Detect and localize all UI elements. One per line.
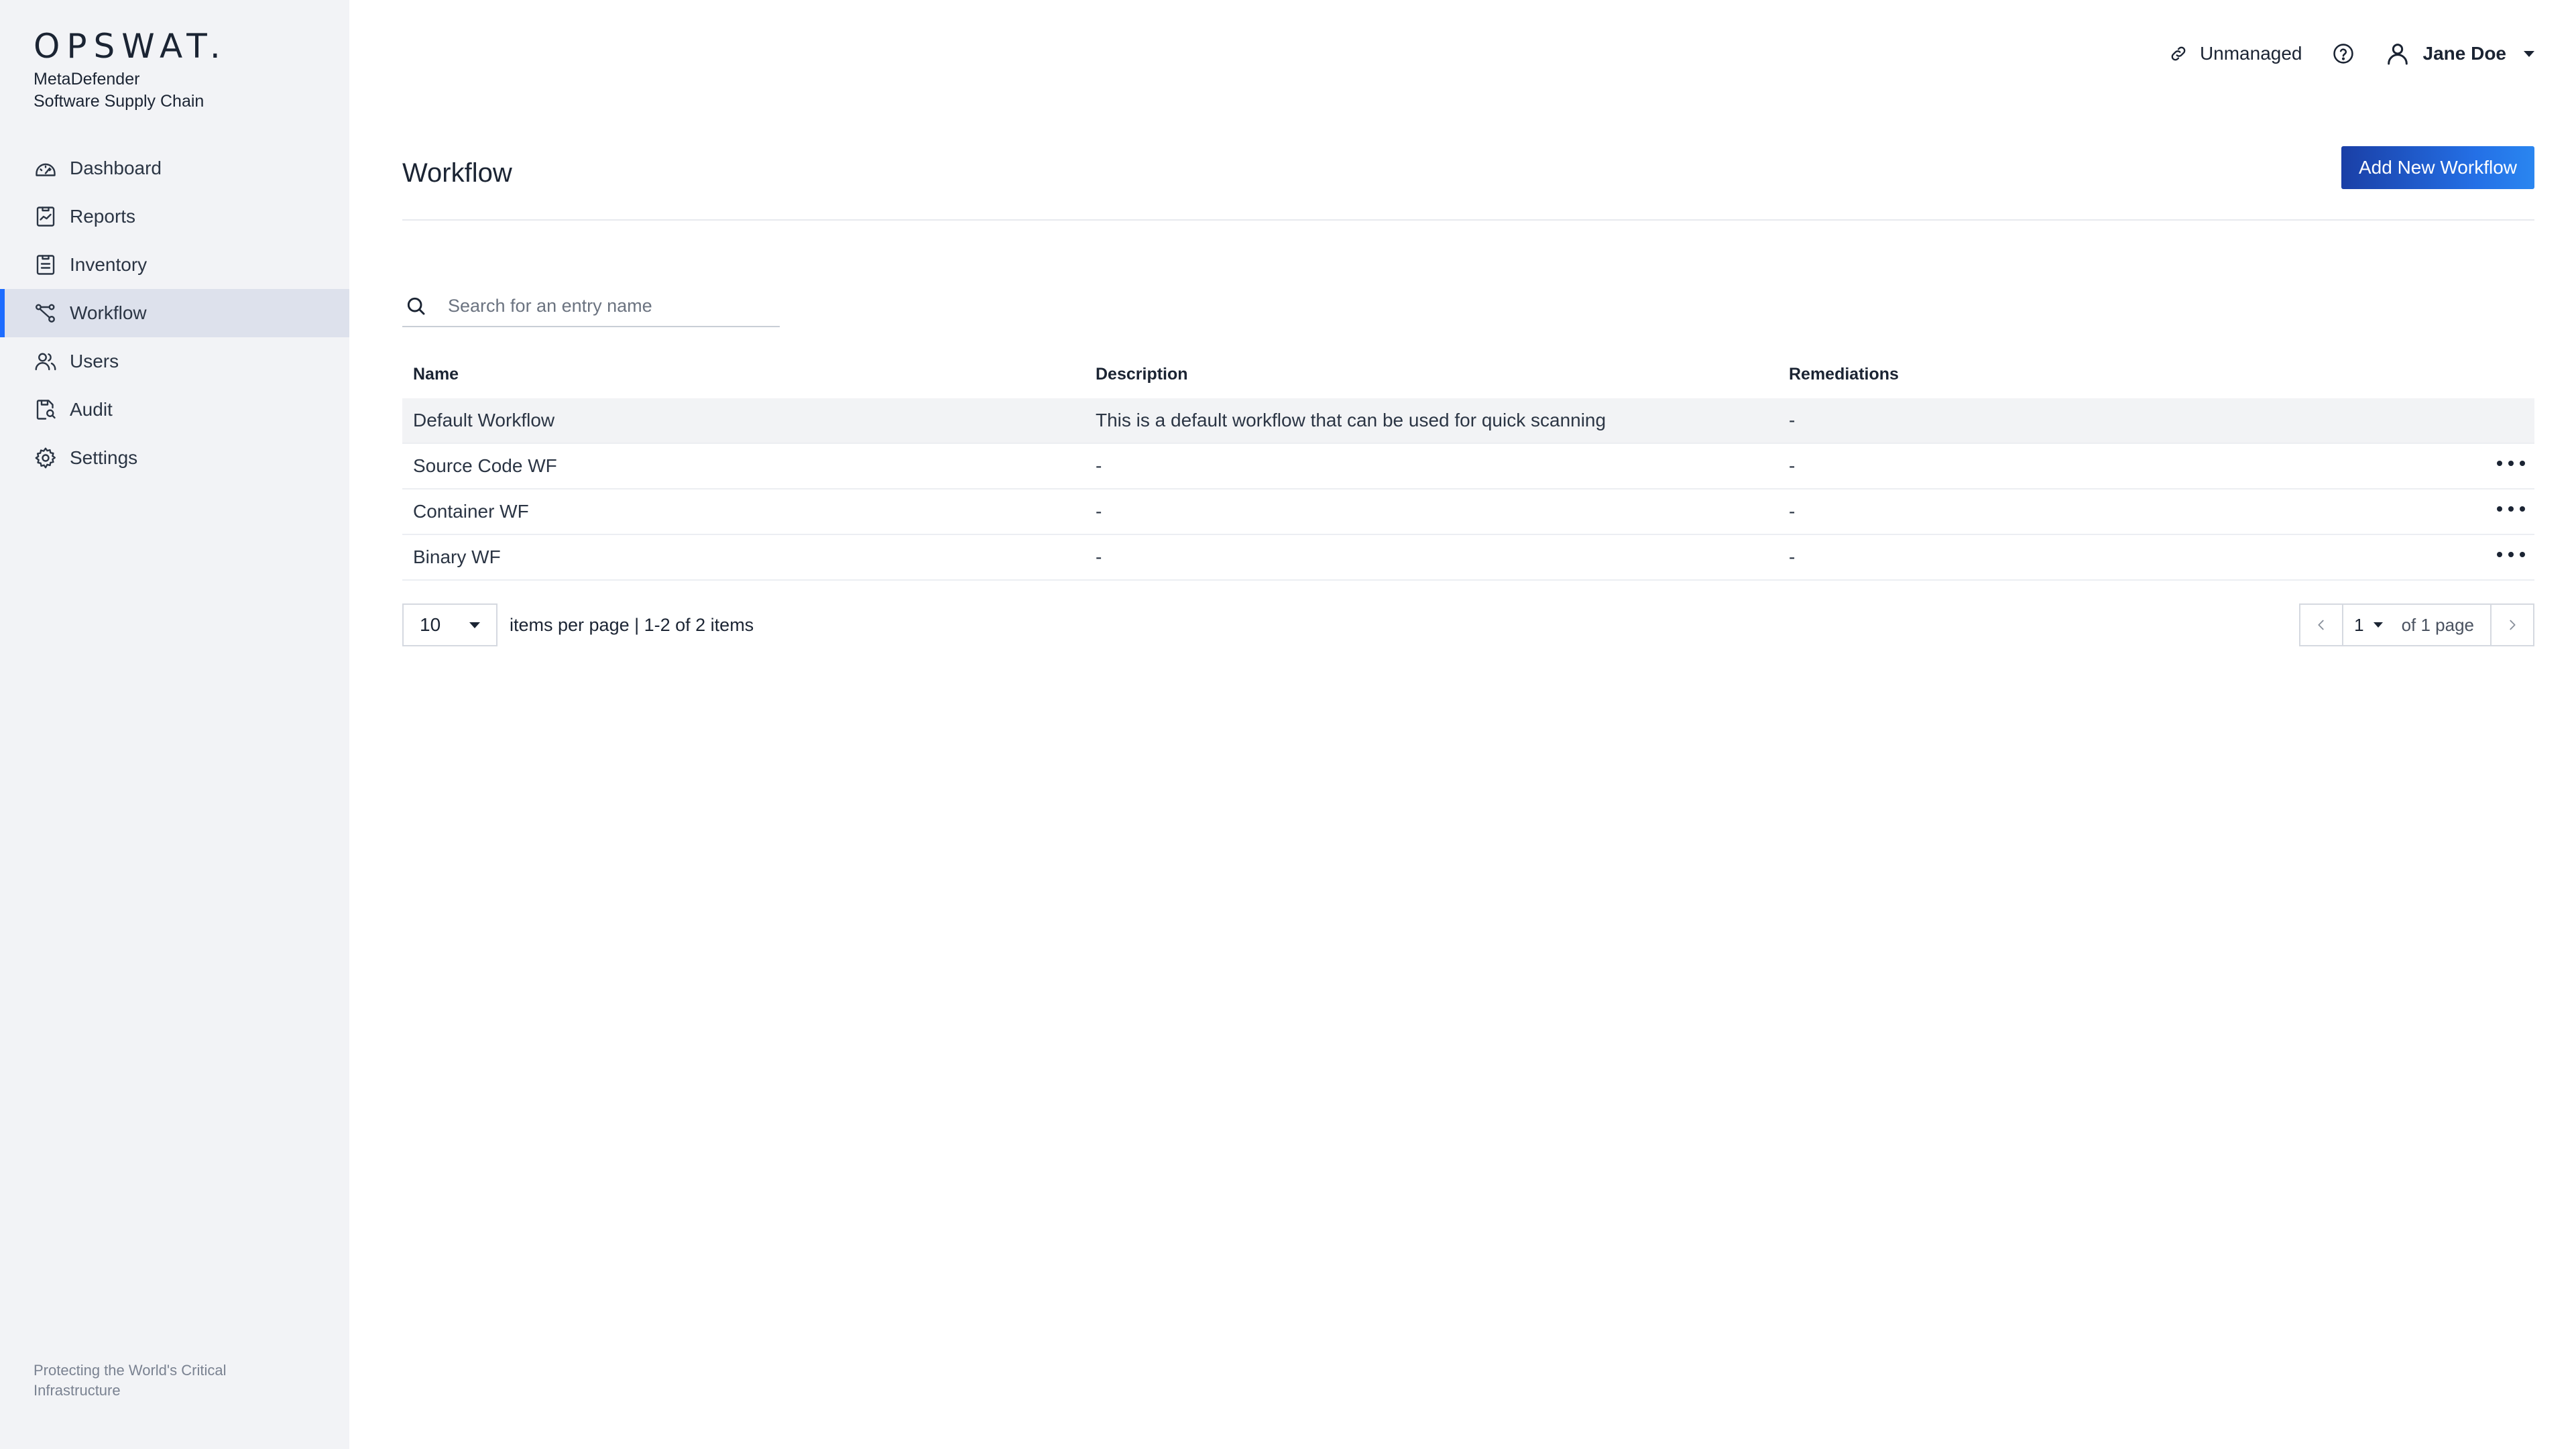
more-actions-icon[interactable] bbox=[2497, 499, 2525, 519]
column-header-remediations[interactable]: Remediations bbox=[1789, 365, 2534, 384]
unmanaged-label: Unmanaged bbox=[2199, 43, 2302, 64]
sidebar-item-inventory[interactable]: Inventory bbox=[0, 241, 349, 289]
help-button[interactable] bbox=[2332, 42, 2355, 65]
opswat-logo[interactable]: OPSWAT. bbox=[34, 30, 227, 63]
page-navigator: 1 of 1 page bbox=[2299, 603, 2534, 646]
cell-name: Source Code WF bbox=[413, 455, 557, 476]
header-divider bbox=[402, 219, 2534, 221]
cell-remediations: - bbox=[1789, 410, 1796, 430]
search-icon bbox=[407, 297, 425, 315]
column-header-name[interactable]: Name bbox=[402, 365, 1096, 384]
total-pages: of 1 page bbox=[2401, 614, 2474, 635]
cell-name: Binary WF bbox=[413, 546, 501, 567]
product-name-line1: MetaDefender bbox=[34, 70, 140, 89]
product-name: MetaDefender Software Supply Chain bbox=[34, 68, 227, 113]
table-row[interactable]: Source Code WF - - bbox=[402, 444, 2534, 489]
cell-description: This is a default workflow that can be u… bbox=[1096, 410, 1606, 430]
search-box bbox=[402, 286, 780, 327]
page-title: Workflow bbox=[402, 158, 512, 188]
more-actions-icon[interactable] bbox=[2497, 453, 2525, 473]
sidebar-item-label: Settings bbox=[70, 447, 138, 468]
caret-down-icon bbox=[2524, 50, 2534, 57]
next-page-button[interactable] bbox=[2490, 605, 2533, 645]
cell-remediations: - bbox=[1789, 455, 1796, 476]
user-menu[interactable]: Jane Doe bbox=[2384, 40, 2534, 67]
sidebar-item-label: Reports bbox=[70, 206, 136, 227]
sidebar-item-settings[interactable]: Settings bbox=[0, 434, 349, 482]
sidebar-item-label: Workflow bbox=[70, 302, 147, 323]
workflow-icon bbox=[35, 304, 55, 323]
table-row[interactable]: Binary WF - - bbox=[402, 535, 2534, 581]
sidebar-item-label: Dashboard bbox=[70, 158, 162, 178]
items-per-page: 10 items per page | 1-2 of 2 items bbox=[402, 603, 754, 646]
search-input[interactable] bbox=[447, 294, 758, 317]
sidebar: OPSWAT. MetaDefender Software Supply Cha… bbox=[0, 0, 349, 1449]
sidebar-item-users[interactable]: Users bbox=[0, 337, 349, 386]
settings-icon bbox=[35, 447, 56, 469]
user-icon bbox=[2387, 44, 2408, 65]
sidebar-footer: Protecting the World's Critical Infrastr… bbox=[34, 1362, 227, 1399]
users-icon bbox=[35, 353, 56, 371]
audit-icon bbox=[36, 400, 56, 420]
sidebar-item-label: Users bbox=[70, 351, 119, 371]
caret-down-icon bbox=[2373, 622, 2383, 628]
reports-icon bbox=[36, 207, 55, 227]
product-name-line2: Software Supply Chain bbox=[34, 92, 204, 111]
cell-name: Default Workflow bbox=[413, 410, 555, 430]
add-new-workflow-button[interactable]: Add New Workflow bbox=[2341, 146, 2534, 189]
cell-description: - bbox=[1096, 546, 1102, 567]
workflow-table: Name Description Remediations Default Wo… bbox=[402, 350, 2534, 581]
sidebar-nav: Dashboard Reports Inventory Workflow Use… bbox=[0, 144, 349, 482]
cell-remediations: - bbox=[1789, 546, 1796, 567]
table-header: Name Description Remediations bbox=[402, 350, 2534, 398]
sidebar-item-label: Inventory bbox=[70, 254, 148, 275]
page-select[interactable]: 1 bbox=[2343, 605, 2393, 645]
items-per-page-value: 10 bbox=[420, 614, 441, 635]
brand: OPSWAT. MetaDefender Software Supply Cha… bbox=[34, 30, 227, 113]
sidebar-item-audit[interactable]: Audit bbox=[0, 386, 349, 434]
help-icon bbox=[2333, 44, 2353, 64]
items-per-page-select[interactable]: 10 bbox=[402, 603, 497, 646]
caret-down-icon bbox=[469, 622, 480, 628]
cell-remediations: - bbox=[1789, 501, 1796, 522]
sidebar-item-workflow[interactable]: Workflow bbox=[0, 289, 349, 337]
cell-name: Container WF bbox=[413, 501, 529, 522]
sidebar-item-reports[interactable]: Reports bbox=[0, 192, 349, 241]
sidebar-item-label: Audit bbox=[70, 399, 113, 420]
previous-page-button[interactable] bbox=[2300, 605, 2344, 645]
sidebar-item-dashboard[interactable]: Dashboard bbox=[0, 144, 349, 192]
pagination-info: items per page | 1-2 of 2 items bbox=[510, 614, 754, 635]
cell-description: - bbox=[1096, 501, 1102, 522]
table-row[interactable]: Container WF - - bbox=[402, 489, 2534, 535]
table-row[interactable]: Default Workflow This is a default workf… bbox=[402, 398, 2534, 444]
link-icon bbox=[2171, 46, 2186, 61]
unmanaged-status[interactable]: Unmanaged bbox=[2169, 43, 2302, 64]
top-bar: Unmanaged Jane Doe bbox=[2140, 39, 2534, 68]
more-actions-icon[interactable] bbox=[2497, 544, 2525, 565]
user-name: Jane Doe bbox=[2422, 43, 2507, 64]
dashboard-icon bbox=[36, 163, 56, 176]
chevron-right-icon bbox=[2510, 620, 2516, 630]
column-header-description[interactable]: Description bbox=[1096, 365, 1789, 384]
cell-description: - bbox=[1096, 455, 1102, 476]
inventory-icon bbox=[36, 255, 55, 275]
chevron-left-icon bbox=[2318, 620, 2324, 630]
current-page: 1 bbox=[2354, 614, 2364, 635]
